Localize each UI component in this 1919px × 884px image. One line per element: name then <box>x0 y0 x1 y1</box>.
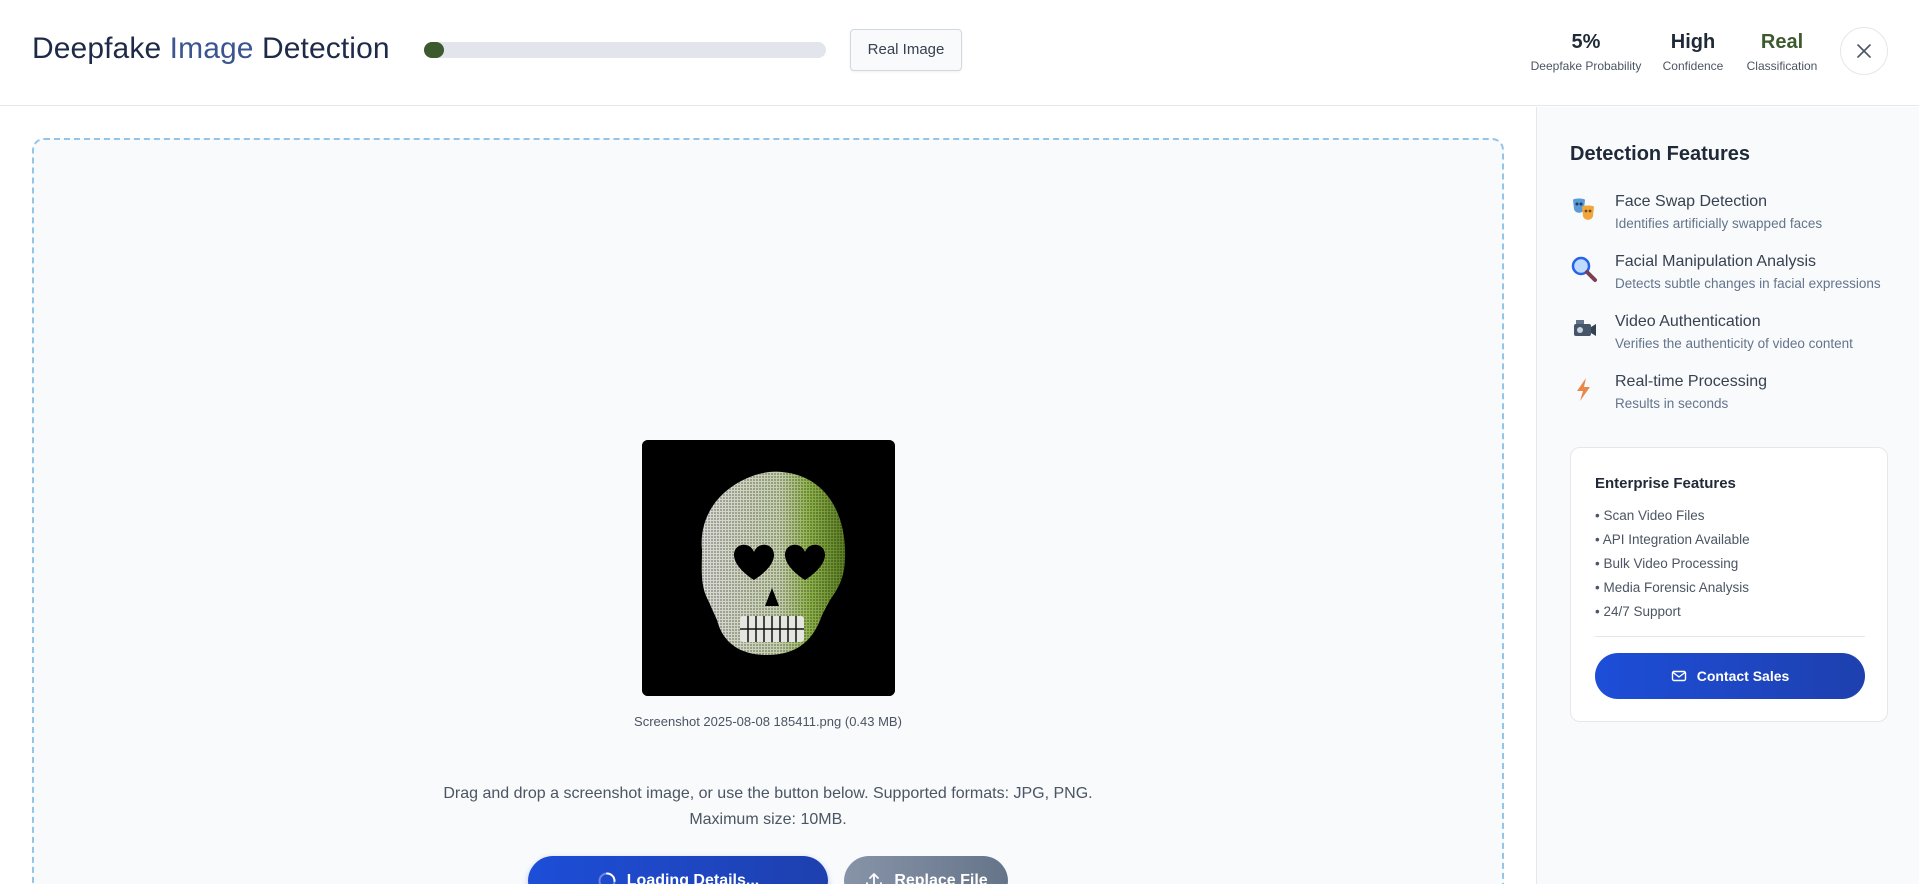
deepfake-probability-bar-fill <box>424 42 445 58</box>
result-badge-button[interactable]: Real Image <box>850 29 962 71</box>
stat-value: High <box>1670 31 1716 53</box>
feature-description: Identifies artificially swapped faces <box>1615 216 1823 231</box>
deepfake-probability-bar <box>424 42 826 58</box>
detection-features-title: Detection Features <box>1570 143 1751 165</box>
loading-details-label: Loading Details... <box>626 872 760 884</box>
feature-name: Video Authentication <box>1615 313 1761 330</box>
replace-file-button[interactable]: Replace File <box>844 856 1008 884</box>
feature-name: Facial Manipulation Analysis <box>1615 253 1816 270</box>
stat-value: Real <box>1760 31 1804 53</box>
stat-confidence: High Confidence <box>1660 30 1726 74</box>
upload-instructions: Drag and drop a screenshot image, or use… <box>430 781 1106 833</box>
enterprise-features-list: • Scan Video Files • API Integration Ava… <box>1595 504 1750 624</box>
feature-description: Verifies the authenticity of video conte… <box>1615 336 1853 351</box>
list-item: • Bulk Video Processing <box>1595 556 1739 571</box>
enterprise-features-card: Enterprise Features • Scan Video Files •… <box>1570 447 1888 722</box>
skull-image <box>642 440 895 696</box>
enterprise-features-title: Enterprise Features <box>1595 475 1736 492</box>
upload-instructions-line-2: Maximum size: 10MB. <box>689 811 847 828</box>
image-preview <box>642 440 895 696</box>
uploaded-filename: Screenshot 2025-08-08 185411.png (0.43 M… <box>634 714 902 729</box>
magnifier-icon <box>1571 256 1597 282</box>
replace-file-label: Replace File <box>894 872 988 884</box>
masks-icon <box>1573 198 1594 220</box>
lightning-icon <box>1577 378 1590 401</box>
contact-sales-button[interactable]: Contact Sales <box>1595 653 1865 699</box>
close-icon <box>1857 44 1871 58</box>
stat-label: Deepfake Probability <box>1530 59 1642 73</box>
close-button[interactable] <box>1840 27 1888 75</box>
upload-instructions-line-1: Drag and drop a screenshot image, or use… <box>443 785 1093 802</box>
list-item: • 24/7 Support <box>1595 604 1681 619</box>
list-item: • API Integration Available <box>1595 532 1750 547</box>
stat-classification: Real Classification <box>1742 30 1822 74</box>
stat-label: Confidence <box>1662 59 1724 73</box>
divider <box>1595 636 1865 637</box>
title-word-1: Deepfake <box>32 32 162 65</box>
stat-deepfake-probability: 5% Deepfake Probability <box>1528 30 1644 74</box>
feature-name: Real-time Processing <box>1615 373 1768 390</box>
upload-section: Screenshot 2025-08-08 185411.png (0.43 M… <box>0 107 1536 884</box>
spinner-icon <box>598 872 616 884</box>
app-header: Deepfake Image Detection Real Image 5% D… <box>0 0 1919 106</box>
feature-description: Results in seconds <box>1615 396 1729 411</box>
stat-label: Classification <box>1746 59 1818 73</box>
stat-value: 5% <box>1571 31 1601 53</box>
mail-icon <box>1671 670 1686 682</box>
upload-icon <box>866 873 883 884</box>
detection-features-panel: Detection Features Face Swap Detection I… <box>1536 107 1919 884</box>
feature-name: Face Swap Detection <box>1615 193 1768 210</box>
feature-description: Detects subtle changes in facial express… <box>1615 276 1881 291</box>
contact-sales-label: Contact Sales <box>1696 668 1790 684</box>
list-item: • Scan Video Files <box>1595 508 1705 523</box>
page-title: Deepfake Image Detection <box>32 32 390 66</box>
video-camera-icon <box>1574 320 1596 336</box>
list-item: • Media Forensic Analysis <box>1595 580 1750 595</box>
title-word-2: Image <box>169 32 254 65</box>
title-word-3: Detection <box>262 32 390 65</box>
loading-details-button[interactable]: Loading Details... <box>528 856 828 884</box>
